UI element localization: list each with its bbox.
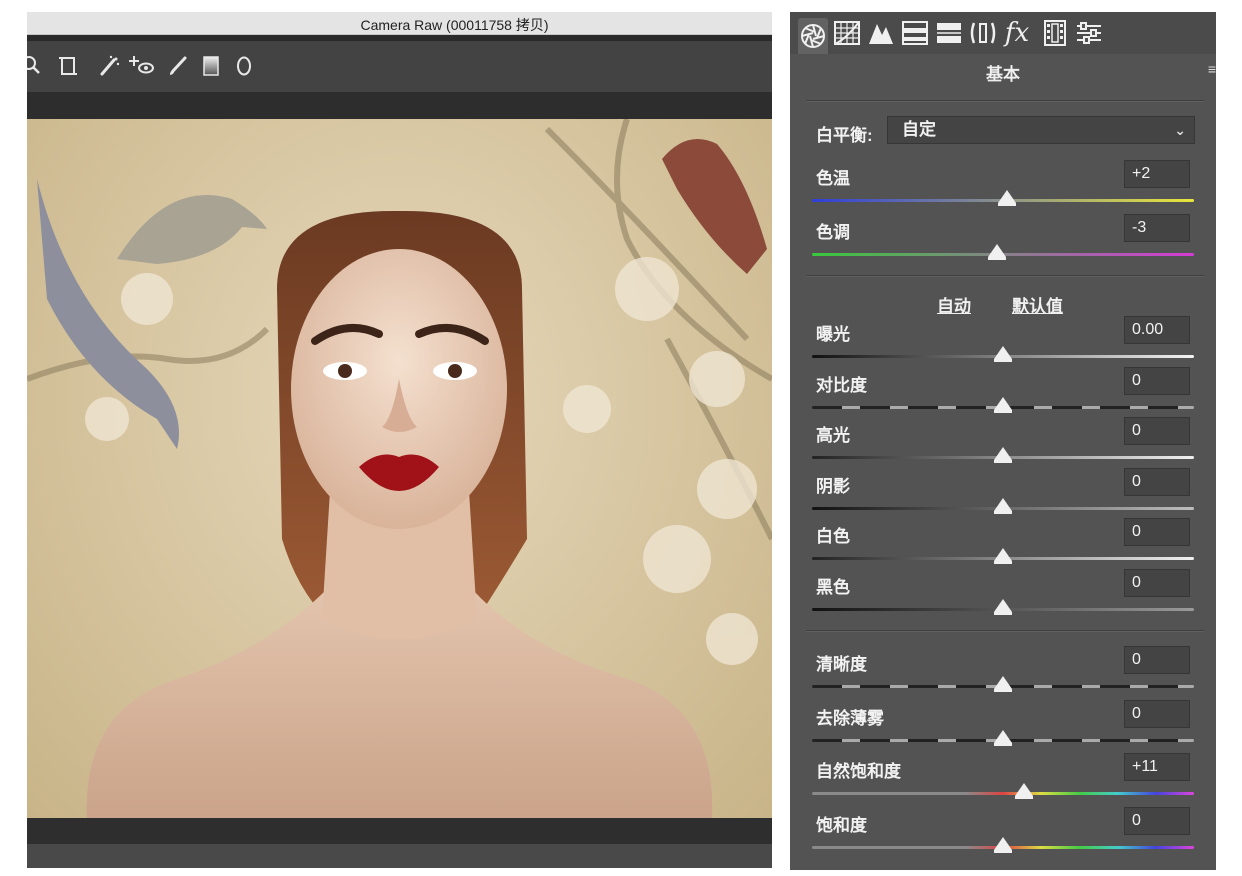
photo-preview[interactable] xyxy=(27,119,772,818)
effects-tab-icon[interactable]: fx xyxy=(1002,18,1032,48)
exposure-value-input[interactable]: 0.00 xyxy=(1124,316,1190,344)
saturation-value-input[interactable]: 0 xyxy=(1124,807,1190,835)
portrait-photo xyxy=(27,119,772,818)
blacks-slider-thumb[interactable] xyxy=(994,599,1012,615)
highlights-label: 高光 xyxy=(816,426,850,445)
divider xyxy=(806,275,1204,277)
window-title: Camera Raw (00011758 拷贝) xyxy=(360,17,549,33)
default-button[interactable]: 默认值 xyxy=(1012,292,1063,317)
panel-menu-icon[interactable]: ≡ xyxy=(1208,61,1216,77)
tone-curve-tab-icon[interactable] xyxy=(832,18,862,48)
vibrance-slider-track[interactable] xyxy=(812,792,1194,795)
divider xyxy=(806,630,1204,632)
spot-removal-icon[interactable] xyxy=(97,53,123,79)
highlights-value-input[interactable]: 0 xyxy=(1124,417,1190,445)
blacks-value-input[interactable]: 0 xyxy=(1124,569,1190,597)
shadows-slider-thumb[interactable] xyxy=(994,498,1012,514)
whites-slider-thumb[interactable] xyxy=(994,548,1012,564)
auto-button[interactable]: 自动 xyxy=(937,292,971,317)
divider xyxy=(806,100,1204,102)
red-eye-icon[interactable] xyxy=(129,53,155,79)
toolbar-divider xyxy=(27,92,772,119)
adjustments-panel: fx 基本 ≡ 白平衡: 自定 ⌄ 自动 默认值 色温 +2 色调 -3 曝光 0.00 对… xyxy=(790,12,1216,870)
clarity-slider-thumb[interactable] xyxy=(994,676,1012,692)
tint-slider-thumb[interactable] xyxy=(988,244,1007,260)
dehaze-label: 去除薄雾 xyxy=(816,709,884,728)
camera-raw-window: Camera Raw (00011758 拷贝) xyxy=(27,12,772,868)
vibrance-slider-thumb[interactable] xyxy=(1015,783,1033,799)
basic-tab-icon[interactable] xyxy=(798,18,828,54)
contrast-value-input[interactable]: 0 xyxy=(1124,367,1190,395)
camera-calibration-tab-icon[interactable] xyxy=(1040,18,1070,48)
white-balance-select[interactable]: 自定 ⌄ xyxy=(887,116,1195,144)
presets-tab-icon[interactable] xyxy=(1074,18,1104,48)
temp-slider-thumb[interactable] xyxy=(997,190,1016,206)
exposure-slider-thumb[interactable] xyxy=(994,346,1012,362)
tint-label: 色调 xyxy=(816,223,850,242)
white-balance-label: 白平衡: xyxy=(816,126,873,145)
blacks-label: 黑色 xyxy=(816,578,850,597)
status-bar xyxy=(27,818,772,844)
saturation-label: 饱和度 xyxy=(816,816,867,835)
graduated-filter-icon[interactable] xyxy=(198,53,224,79)
saturation-slider-thumb[interactable] xyxy=(994,837,1012,853)
detail-tab-icon[interactable] xyxy=(866,18,896,48)
split-toning-tab-icon[interactable] xyxy=(934,18,964,48)
adjustment-brush-icon[interactable] xyxy=(165,53,191,79)
clarity-value-input[interactable]: 0 xyxy=(1124,646,1190,674)
tool-bar xyxy=(27,35,772,92)
contrast-slider-thumb[interactable] xyxy=(994,397,1012,413)
window-titlebar: Camera Raw (00011758 拷贝) xyxy=(27,12,772,35)
hsl-tab-icon[interactable] xyxy=(900,18,930,48)
panel-tab-bar: fx xyxy=(790,12,1216,54)
chevron-down-icon: ⌄ xyxy=(1174,122,1186,138)
whites-value-input[interactable]: 0 xyxy=(1124,518,1190,546)
clarity-label: 清晰度 xyxy=(816,655,867,674)
zoom-icon[interactable] xyxy=(27,53,45,79)
shadows-label: 阴影 xyxy=(816,477,850,496)
contrast-label: 对比度 xyxy=(816,376,867,395)
vibrance-value-input[interactable]: +11 xyxy=(1124,753,1190,781)
panel-title: 基本 xyxy=(986,65,1020,84)
tint-value-input[interactable]: -3 xyxy=(1124,214,1190,242)
whites-label: 白色 xyxy=(816,527,850,546)
radial-filter-icon[interactable] xyxy=(231,53,257,79)
white-balance-value: 自定 xyxy=(902,120,936,139)
lens-corrections-tab-icon[interactable] xyxy=(968,18,998,48)
highlights-slider-thumb[interactable] xyxy=(994,447,1012,463)
temp-label: 色温 xyxy=(816,169,850,188)
temp-value-input[interactable]: +2 xyxy=(1124,160,1190,188)
footer-bar xyxy=(27,844,772,868)
dehaze-value-input[interactable]: 0 xyxy=(1124,700,1190,728)
shadows-value-input[interactable]: 0 xyxy=(1124,468,1190,496)
transform-icon[interactable] xyxy=(55,53,81,79)
vibrance-label: 自然饱和度 xyxy=(816,762,901,781)
exposure-label: 曝光 xyxy=(816,325,850,344)
dehaze-slider-thumb[interactable] xyxy=(994,730,1012,746)
